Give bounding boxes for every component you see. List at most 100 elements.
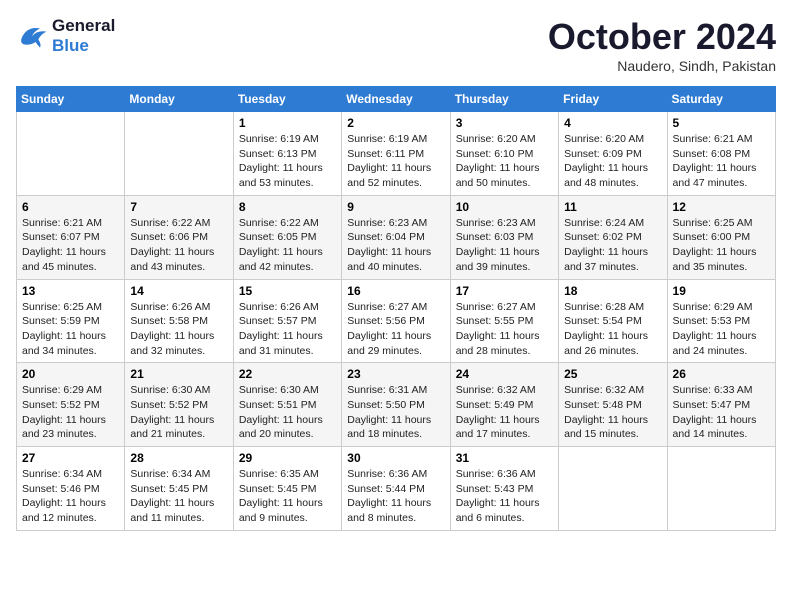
title-block: October 2024 Naudero, Sindh, Pakistan bbox=[548, 16, 776, 74]
location-subtitle: Naudero, Sindh, Pakistan bbox=[548, 58, 776, 74]
header-day-thursday: Thursday bbox=[450, 87, 558, 112]
day-info: Sunrise: 6:22 AM Sunset: 6:06 PM Dayligh… bbox=[130, 216, 227, 275]
calendar-cell: 25 Sunrise: 6:32 AM Sunset: 5:48 PM Dayli… bbox=[559, 363, 667, 447]
day-info: Sunrise: 6:29 AM Sunset: 5:52 PM Dayligh… bbox=[22, 383, 119, 442]
header-day-friday: Friday bbox=[559, 87, 667, 112]
calendar-cell bbox=[125, 112, 233, 196]
calendar-cell: 10 Sunrise: 6:23 AM Sunset: 6:03 PM Dayli… bbox=[450, 195, 558, 279]
day-info: Sunrise: 6:32 AM Sunset: 5:49 PM Dayligh… bbox=[456, 383, 553, 442]
page-header: General Blue October 2024 Naudero, Sindh… bbox=[16, 16, 776, 74]
logo-text: General Blue bbox=[52, 16, 115, 56]
calendar-cell: 21 Sunrise: 6:30 AM Sunset: 5:52 PM Dayli… bbox=[125, 363, 233, 447]
calendar-cell: 8 Sunrise: 6:22 AM Sunset: 6:05 PM Daylig… bbox=[233, 195, 341, 279]
calendar-cell: 30Sunrise: 6:36 AM Sunset: 5:44 PM Dayli… bbox=[342, 447, 450, 531]
calendar-cell: 6 Sunrise: 6:21 AM Sunset: 6:07 PM Daylig… bbox=[17, 195, 125, 279]
calendar-cell: 22 Sunrise: 6:30 AM Sunset: 5:51 PM Dayli… bbox=[233, 363, 341, 447]
day-info: Sunrise: 6:36 AM Sunset: 5:44 PM Dayligh… bbox=[347, 467, 444, 526]
calendar-body: 1 Sunrise: 6:19 AM Sunset: 6:13 PM Daylig… bbox=[17, 112, 776, 531]
day-number: 26 bbox=[673, 367, 770, 381]
day-info: Sunrise: 6:25 AM Sunset: 6:00 PM Dayligh… bbox=[673, 216, 770, 275]
calendar-cell: 19 Sunrise: 6:29 AM Sunset: 5:53 PM Dayli… bbox=[667, 279, 775, 363]
day-number: 18 bbox=[564, 284, 661, 298]
day-number: 20 bbox=[22, 367, 119, 381]
day-info: Sunrise: 6:30 AM Sunset: 5:51 PM Dayligh… bbox=[239, 383, 336, 442]
calendar-cell: 9 Sunrise: 6:23 AM Sunset: 6:04 PM Daylig… bbox=[342, 195, 450, 279]
day-number: 29 bbox=[239, 451, 336, 465]
logo: General Blue bbox=[16, 16, 115, 56]
day-number: 21 bbox=[130, 367, 227, 381]
calendar-cell: 16 Sunrise: 6:27 AM Sunset: 5:56 PM Dayli… bbox=[342, 279, 450, 363]
calendar-cell: 2 Sunrise: 6:19 AM Sunset: 6:11 PM Daylig… bbox=[342, 112, 450, 196]
day-number: 24 bbox=[456, 367, 553, 381]
calendar-cell: 20 Sunrise: 6:29 AM Sunset: 5:52 PM Dayli… bbox=[17, 363, 125, 447]
header-day-saturday: Saturday bbox=[667, 87, 775, 112]
day-info: Sunrise: 6:21 AM Sunset: 6:08 PM Dayligh… bbox=[673, 132, 770, 191]
calendar-cell: 23Sunrise: 6:31 AM Sunset: 5:50 PM Dayli… bbox=[342, 363, 450, 447]
day-number: 19 bbox=[673, 284, 770, 298]
day-info: Sunrise: 6:32 AM Sunset: 5:48 PM Dayligh… bbox=[564, 383, 661, 442]
calendar-cell bbox=[17, 112, 125, 196]
calendar-cell: 24 Sunrise: 6:32 AM Sunset: 5:49 PM Dayli… bbox=[450, 363, 558, 447]
day-number: 5 bbox=[673, 116, 770, 130]
day-info: Sunrise: 6:30 AM Sunset: 5:52 PM Dayligh… bbox=[130, 383, 227, 442]
day-info: Sunrise: 6:23 AM Sunset: 6:04 PM Dayligh… bbox=[347, 216, 444, 275]
day-number: 17 bbox=[456, 284, 553, 298]
day-info: Sunrise: 6:27 AM Sunset: 5:56 PM Dayligh… bbox=[347, 300, 444, 359]
day-number: 27 bbox=[22, 451, 119, 465]
calendar-cell: 12 Sunrise: 6:25 AM Sunset: 6:00 PM Dayli… bbox=[667, 195, 775, 279]
day-number: 11 bbox=[564, 200, 661, 214]
day-number: 4 bbox=[564, 116, 661, 130]
day-number: 22 bbox=[239, 367, 336, 381]
day-info: Sunrise: 6:23 AM Sunset: 6:03 PM Dayligh… bbox=[456, 216, 553, 275]
day-number: 10 bbox=[456, 200, 553, 214]
header-row: SundayMondayTuesdayWednesdayThursdayFrid… bbox=[17, 87, 776, 112]
day-info: Sunrise: 6:21 AM Sunset: 6:07 PM Dayligh… bbox=[22, 216, 119, 275]
calendar-week-2: 6 Sunrise: 6:21 AM Sunset: 6:07 PM Daylig… bbox=[17, 195, 776, 279]
day-number: 25 bbox=[564, 367, 661, 381]
day-number: 16 bbox=[347, 284, 444, 298]
day-number: 8 bbox=[239, 200, 336, 214]
month-title: October 2024 bbox=[548, 16, 776, 58]
day-info: Sunrise: 6:25 AM Sunset: 5:59 PM Dayligh… bbox=[22, 300, 119, 359]
calendar-cell: 13 Sunrise: 6:25 AM Sunset: 5:59 PM Dayli… bbox=[17, 279, 125, 363]
day-number: 12 bbox=[673, 200, 770, 214]
day-number: 6 bbox=[22, 200, 119, 214]
calendar-cell bbox=[559, 447, 667, 531]
day-info: Sunrise: 6:29 AM Sunset: 5:53 PM Dayligh… bbox=[673, 300, 770, 359]
day-number: 3 bbox=[456, 116, 553, 130]
header-day-wednesday: Wednesday bbox=[342, 87, 450, 112]
calendar-header: SundayMondayTuesdayWednesdayThursdayFrid… bbox=[17, 87, 776, 112]
header-day-monday: Monday bbox=[125, 87, 233, 112]
day-number: 28 bbox=[130, 451, 227, 465]
calendar-cell: 17Sunrise: 6:27 AM Sunset: 5:55 PM Dayli… bbox=[450, 279, 558, 363]
header-day-sunday: Sunday bbox=[17, 87, 125, 112]
day-info: Sunrise: 6:19 AM Sunset: 6:13 PM Dayligh… bbox=[239, 132, 336, 191]
calendar-cell: 27Sunrise: 6:34 AM Sunset: 5:46 PM Dayli… bbox=[17, 447, 125, 531]
day-number: 1 bbox=[239, 116, 336, 130]
calendar-cell: 7Sunrise: 6:22 AM Sunset: 6:06 PM Daylig… bbox=[125, 195, 233, 279]
day-info: Sunrise: 6:20 AM Sunset: 6:10 PM Dayligh… bbox=[456, 132, 553, 191]
calendar-table: SundayMondayTuesdayWednesdayThursdayFrid… bbox=[16, 86, 776, 531]
day-info: Sunrise: 6:22 AM Sunset: 6:05 PM Dayligh… bbox=[239, 216, 336, 275]
day-info: Sunrise: 6:26 AM Sunset: 5:58 PM Dayligh… bbox=[130, 300, 227, 359]
day-info: Sunrise: 6:36 AM Sunset: 5:43 PM Dayligh… bbox=[456, 467, 553, 526]
day-info: Sunrise: 6:28 AM Sunset: 5:54 PM Dayligh… bbox=[564, 300, 661, 359]
day-info: Sunrise: 6:33 AM Sunset: 5:47 PM Dayligh… bbox=[673, 383, 770, 442]
calendar-cell: 28 Sunrise: 6:34 AM Sunset: 5:45 PM Dayli… bbox=[125, 447, 233, 531]
calendar-cell: 31 Sunrise: 6:36 AM Sunset: 5:43 PM Dayli… bbox=[450, 447, 558, 531]
day-number: 13 bbox=[22, 284, 119, 298]
day-info: Sunrise: 6:24 AM Sunset: 6:02 PM Dayligh… bbox=[564, 216, 661, 275]
day-number: 2 bbox=[347, 116, 444, 130]
calendar-cell: 5 Sunrise: 6:21 AM Sunset: 6:08 PM Daylig… bbox=[667, 112, 775, 196]
day-info: Sunrise: 6:19 AM Sunset: 6:11 PM Dayligh… bbox=[347, 132, 444, 191]
calendar-cell: 29Sunrise: 6:35 AM Sunset: 5:45 PM Dayli… bbox=[233, 447, 341, 531]
day-number: 23 bbox=[347, 367, 444, 381]
calendar-cell: 18 Sunrise: 6:28 AM Sunset: 5:54 PM Dayli… bbox=[559, 279, 667, 363]
logo-icon bbox=[16, 22, 48, 50]
calendar-cell: 4Sunrise: 6:20 AM Sunset: 6:09 PM Daylig… bbox=[559, 112, 667, 196]
day-number: 9 bbox=[347, 200, 444, 214]
calendar-cell: 11 Sunrise: 6:24 AM Sunset: 6:02 PM Dayli… bbox=[559, 195, 667, 279]
day-number: 31 bbox=[456, 451, 553, 465]
day-info: Sunrise: 6:34 AM Sunset: 5:45 PM Dayligh… bbox=[130, 467, 227, 526]
calendar-week-1: 1 Sunrise: 6:19 AM Sunset: 6:13 PM Daylig… bbox=[17, 112, 776, 196]
